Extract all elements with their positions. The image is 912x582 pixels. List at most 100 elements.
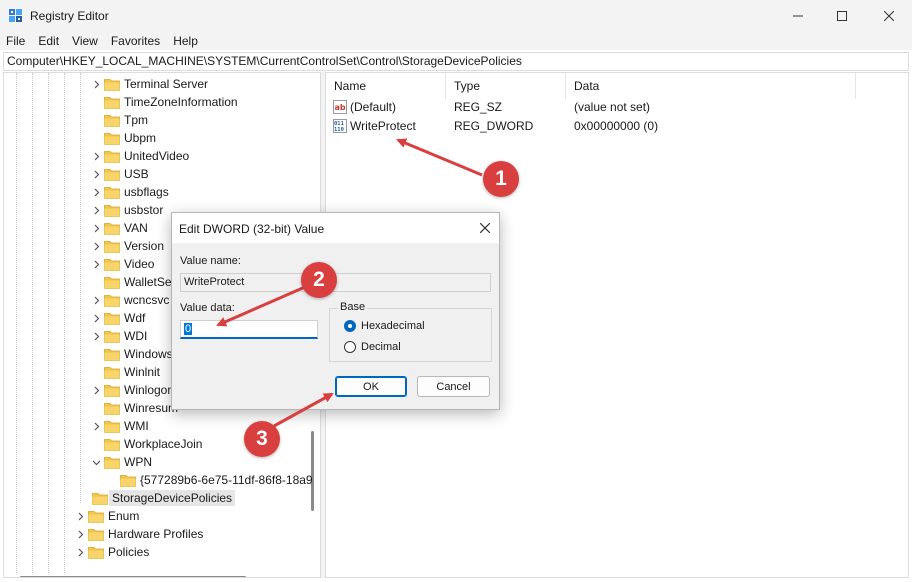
tree-item[interactable]: Hardware Profiles (74, 525, 203, 543)
value-row-default[interactable]: ab (Default) REG_SZ (value not set) (326, 98, 886, 117)
chevron-right-icon[interactable] (90, 147, 102, 165)
tree-guide (48, 73, 49, 573)
chevron-right-icon[interactable] (90, 219, 102, 237)
chevron-right-icon[interactable] (90, 165, 102, 183)
decimal-label[interactable]: Decimal (361, 341, 401, 353)
chevron-right-icon[interactable] (90, 183, 102, 201)
edit-dword-dialog[interactable]: Edit DWORD (32-bit) Value Value name: Wr… (171, 212, 500, 410)
menu-favorites[interactable]: Favorites (111, 34, 160, 48)
annotation-badge-3: 3 (244, 421, 280, 457)
tree-item[interactable]: usbflags (90, 183, 169, 201)
chevron-right-icon[interactable] (74, 543, 86, 561)
tree-item[interactable]: Winlnit (90, 363, 160, 381)
tree-item[interactable]: WMI (90, 417, 149, 435)
value-data-label: Value data: (180, 302, 235, 314)
tree-item-label: Ubpm (124, 131, 157, 145)
dialog-title-bar[interactable]: Edit DWORD (32-bit) Value (172, 213, 499, 243)
tree-guide (16, 73, 17, 573)
column-header-name[interactable]: Name (326, 73, 446, 99)
tree-item[interactable]: WPN (90, 453, 152, 471)
tree-item[interactable]: UnitedVideo (90, 147, 189, 165)
tree-item-label: WDI (124, 329, 148, 343)
maximize-button[interactable] (819, 0, 865, 32)
chevron-right-icon[interactable] (90, 291, 102, 309)
title-bar[interactable]: Registry Editor (0, 0, 912, 32)
tree-item[interactable]: Ubpm (90, 129, 156, 147)
chevron-right-icon[interactable] (90, 255, 102, 273)
chevron-right-icon[interactable] (74, 525, 86, 543)
chevron-right-icon[interactable] (74, 507, 86, 525)
address-bar[interactable]: Computer\HKEY_LOCAL_MACHINE\SYSTEM\Curre… (3, 52, 909, 71)
folder-icon (104, 186, 120, 199)
chevron-right-icon[interactable] (90, 417, 102, 435)
minimize-button[interactable] (775, 0, 821, 32)
tree-item-label: WMI (124, 419, 149, 433)
tree-item-label: Winlnit (124, 365, 161, 379)
tree-item[interactable]: {577289b6-6e75-11df-86f8-18a9 (106, 471, 313, 489)
menu-view[interactable]: View (72, 34, 98, 48)
value-name-label: Value name: (180, 255, 241, 267)
tree-item[interactable]: WDI (90, 327, 147, 345)
annotation-badge-1: 1 (483, 161, 519, 197)
menu-file[interactable]: File (6, 34, 25, 48)
column-header-data[interactable]: Data (566, 73, 856, 99)
chevron-right-icon[interactable] (90, 309, 102, 327)
tree-item[interactable]: Enum (74, 507, 139, 525)
tree-item[interactable]: Winlogon (90, 381, 174, 399)
dialog-close-button[interactable] (477, 220, 493, 236)
tree-item[interactable]: Tpm (90, 111, 148, 129)
tree-item[interactable]: VAN (90, 219, 148, 237)
value-data-input[interactable]: 0 (180, 320, 318, 339)
tree-item[interactable]: Windows (90, 345, 173, 363)
column-header-type[interactable]: Type (446, 73, 566, 99)
folder-icon (104, 420, 120, 433)
tree-item-label: Enum (108, 509, 140, 523)
tree-item[interactable]: usbstor (90, 201, 163, 219)
chevron-right-icon[interactable] (90, 381, 102, 399)
ok-button[interactable]: OK (335, 376, 407, 397)
close-icon (884, 11, 894, 21)
tree-item[interactable]: Winresum (90, 399, 178, 417)
dialog-title: Edit DWORD (32-bit) Value (179, 222, 325, 236)
chevron-right-icon[interactable] (90, 237, 102, 255)
hexadecimal-radio[interactable] (344, 320, 356, 332)
tree-item[interactable]: USB (90, 165, 149, 183)
tree-horizontal-scrollbar[interactable] (20, 576, 246, 577)
tree-item[interactable]: Terminal Server (90, 75, 208, 93)
chevron-right-icon[interactable] (90, 201, 102, 219)
hexadecimal-label[interactable]: Hexadecimal (361, 320, 425, 332)
folder-icon (104, 132, 120, 145)
menu-help[interactable]: Help (173, 34, 198, 48)
folder-icon (104, 78, 120, 91)
folder-icon (104, 348, 120, 361)
tree-item-label: Video (124, 257, 155, 271)
chevron-right-icon[interactable] (90, 75, 102, 93)
chevron-right-icon[interactable] (90, 327, 102, 345)
tree-item[interactable]: WorkplaceJoin (90, 435, 202, 453)
tree-item[interactable]: Policies (74, 543, 149, 561)
tree-item[interactable]: wcncsvc (90, 291, 169, 309)
chevron-down-icon[interactable] (90, 453, 102, 471)
folder-icon (104, 150, 120, 163)
tree-item[interactable]: Video (90, 255, 154, 273)
menu-edit[interactable]: Edit (38, 34, 59, 48)
cancel-button[interactable]: Cancel (417, 376, 490, 397)
folder-icon (104, 330, 120, 343)
tree-item[interactable]: StorageDevicePolicies (78, 489, 236, 507)
value-row-writeprotect[interactable]: 011 110 WriteProtect REG_DWORD 0x0000000… (326, 117, 886, 136)
svg-text:110: 110 (334, 127, 344, 133)
decimal-radio[interactable] (344, 341, 356, 353)
tree-item[interactable]: TimeZoneInformation (90, 93, 238, 111)
tree-item[interactable]: Version (90, 237, 164, 255)
close-button[interactable] (866, 0, 912, 32)
value-data: (value not set) (574, 100, 651, 114)
folder-icon (104, 312, 120, 325)
tree-guide (32, 73, 33, 573)
tree-item[interactable]: WalletSer (90, 273, 176, 291)
tree-item[interactable]: Wdf (90, 309, 145, 327)
